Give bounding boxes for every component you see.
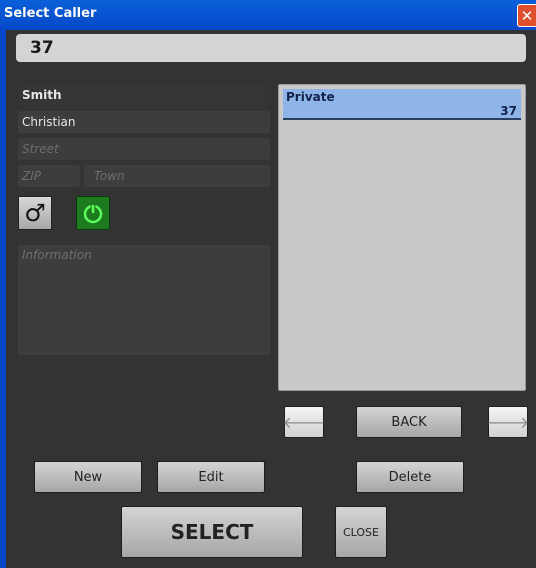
window-titlebar: Select Caller ✕ — [0, 0, 536, 30]
male-icon: ♂ — [24, 199, 46, 227]
caller-number-display[interactable]: 37 — [16, 34, 526, 62]
numbers-list[interactable]: Private 37 — [278, 84, 526, 391]
window-title: Select Caller — [4, 6, 97, 21]
edit-button[interactable]: Edit — [157, 461, 265, 493]
number-type-label: Private — [286, 90, 335, 104]
close-icon: ✕ — [520, 6, 534, 25]
next-page-button[interactable]: 🡒 — [486, 406, 530, 438]
first-name-field[interactable]: Christian — [18, 111, 270, 133]
street-field[interactable]: Street — [18, 138, 270, 160]
new-button[interactable]: New — [34, 461, 142, 493]
prev-page-button[interactable]: 🡐 — [282, 406, 326, 438]
delete-button[interactable]: Delete — [356, 461, 464, 493]
number-value: 37 — [500, 104, 517, 118]
last-name-field[interactable]: Smith — [18, 84, 270, 106]
power-icon — [83, 204, 103, 224]
town-field[interactable]: Town — [84, 165, 270, 187]
power-button[interactable] — [76, 196, 110, 230]
select-button[interactable]: SELECT — [121, 506, 303, 558]
list-item[interactable]: Private 37 — [283, 89, 521, 120]
window-close-button[interactable]: ✕ — [517, 4, 536, 27]
close-button[interactable]: CLOSE — [335, 506, 387, 558]
arrow-right-icon: 🡒 — [486, 413, 530, 432]
back-button[interactable]: BACK — [356, 406, 462, 438]
zip-field[interactable]: ZIP — [18, 165, 80, 187]
information-field[interactable]: Information — [18, 245, 270, 355]
arrow-left-icon: 🡐 — [282, 413, 326, 432]
gender-button[interactable]: ♂ — [18, 196, 52, 230]
